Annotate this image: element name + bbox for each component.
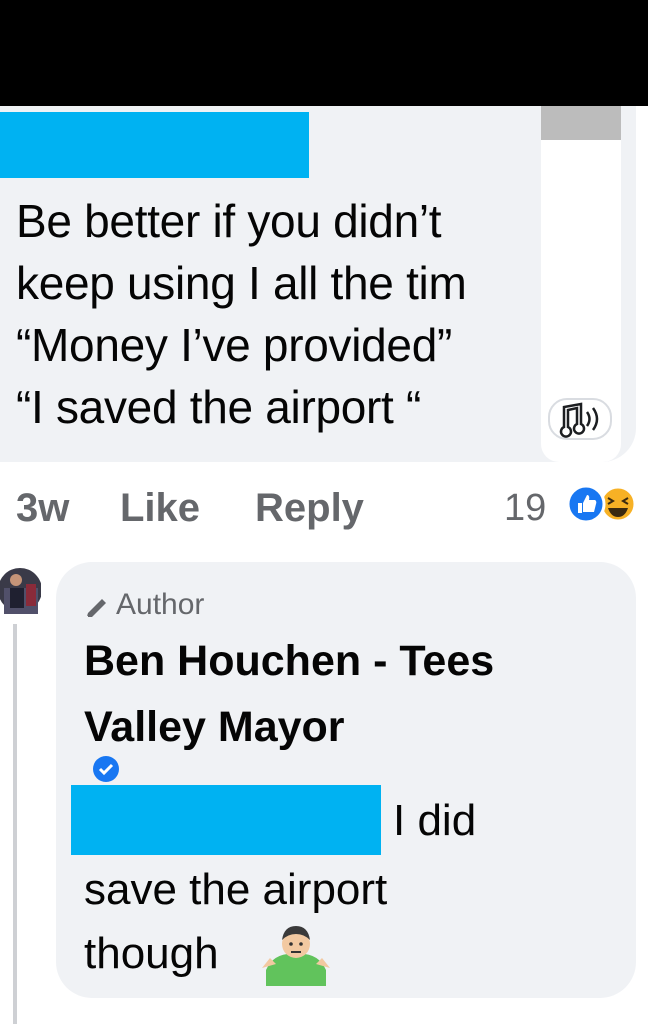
- comment-actions: 3w Like Reply 19: [0, 478, 648, 538]
- like-icon: [566, 484, 606, 524]
- comment-text: Be better if you didn’t keep using I all…: [16, 190, 538, 450]
- comment-line-4: “I saved the airport “: [16, 381, 422, 433]
- comment-line-3: “Money I’ve provided”: [16, 319, 453, 371]
- scroll-indicator[interactable]: [541, 106, 621, 140]
- top-black-bar: [0, 0, 648, 106]
- comment-line-2: keep using I all the tim: [16, 257, 467, 309]
- audio-note-button[interactable]: [548, 398, 612, 440]
- reply-text-first: I did: [393, 796, 477, 845]
- person-shrugging-emoji-icon: [262, 926, 330, 986]
- redacted-mention: [71, 785, 381, 855]
- comment-line-1: Be better if you didn’t: [16, 195, 442, 247]
- redacted-commenter-name: [0, 112, 309, 178]
- pencil-icon: [87, 599, 106, 618]
- author-badge: Author: [82, 586, 204, 624]
- next-comment-partial: [0, 1012, 648, 1024]
- thread-line: [13, 624, 17, 1024]
- reply-author-name[interactable]: Ben Houchen - Tees Valley Mayor: [84, 628, 584, 760]
- author-badge-label: Author: [116, 588, 205, 621]
- reply-text-rest: save the airport though: [84, 865, 388, 978]
- avatar[interactable]: [0, 566, 41, 614]
- haha-icon: [599, 485, 637, 523]
- like-button[interactable]: Like: [120, 478, 200, 538]
- music-note-sound-icon: [559, 402, 599, 438]
- author-profile-photo: [0, 568, 41, 614]
- reaction-icons[interactable]: [566, 484, 638, 524]
- reply-button[interactable]: Reply: [255, 478, 364, 538]
- comment-timestamp[interactable]: 3w: [16, 478, 69, 538]
- reaction-count[interactable]: 19: [504, 478, 546, 538]
- verified-badge-icon: [93, 756, 119, 782]
